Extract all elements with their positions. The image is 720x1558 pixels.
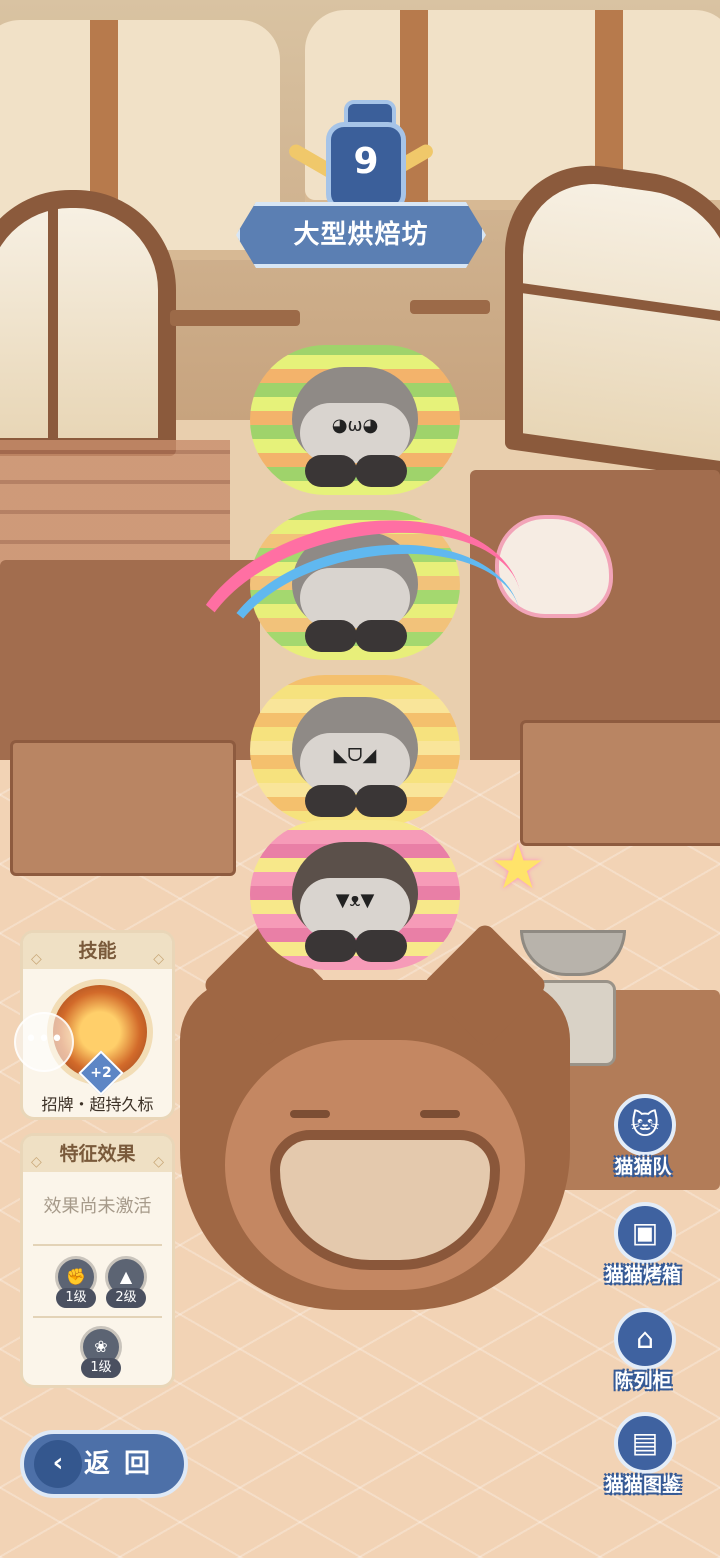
side-menu-label: 猫猫图鉴 — [604, 1474, 681, 1496]
skill-panel-header: 技能 — [23, 933, 172, 969]
trait-level: 1级 — [56, 1288, 96, 1308]
chevron-left-icon: ‹ — [34, 1440, 82, 1488]
trait-level: 2级 — [106, 1288, 146, 1308]
trait-level: 1级 — [81, 1358, 121, 1378]
cat-face: ◕ω◕ — [331, 415, 379, 436]
side-menu-label: 猫猫队 — [614, 1156, 672, 1178]
skill-name: 招牌・超持久标 — [41, 1095, 154, 1114]
trait-panel: 特征效果 效果尚未激活 ✊ 1级 ▲ 2级 ❀ 1级 — [20, 1133, 175, 1388]
window-right — [505, 152, 720, 484]
cat-face: ◣ᗜ◢ — [333, 745, 377, 766]
plant-shelf — [170, 310, 300, 326]
level-medal: 9 — [326, 122, 406, 212]
divider — [33, 1244, 162, 1246]
display-cabinet-icon: ⌂ — [614, 1308, 676, 1370]
chat-bubble-icon[interactable]: ••• — [14, 1012, 74, 1072]
cat-oven — [180, 921, 570, 1310]
drawer-cabinet-right — [520, 720, 720, 846]
stacked-cat[interactable]: ◕ω◕ — [250, 345, 460, 495]
cat-face: ▼ᴥ▼ — [335, 890, 375, 911]
level-title: 大型烘焙坊 — [293, 220, 429, 250]
level-title-banner: 大型烘焙坊 — [236, 202, 486, 268]
window-left — [0, 190, 176, 456]
side-menu-label: 陈列柜 — [614, 1370, 672, 1392]
stacked-cat[interactable]: ▼ᴥ▼ — [250, 820, 460, 970]
back-button-label: 返回 — [84, 1449, 165, 1479]
star-icon: ★ — [490, 830, 546, 903]
cat-oven-icon: ▣ — [614, 1202, 676, 1264]
cat-encyclopedia-button[interactable]: ▤ 猫猫图鉴 — [588, 1412, 698, 1512]
display-cabinet-button[interactable]: ⌂ 陈列柜 — [588, 1308, 698, 1408]
side-menu-label: 猫猫烤箱 — [604, 1264, 681, 1286]
cat-oven-button[interactable]: ▣ 猫猫烤箱 — [588, 1202, 698, 1302]
drawer-cabinet-left — [10, 740, 236, 876]
cat-team-button[interactable]: 🐱 猫猫队 — [588, 1094, 698, 1194]
cat-encyclopedia-icon: ▤ — [614, 1412, 676, 1474]
level-number: 9 — [353, 141, 379, 182]
brick-wall — [0, 440, 230, 570]
plant-shelf-right — [410, 300, 490, 314]
back-button[interactable]: ‹ 返回 — [20, 1430, 188, 1498]
divider — [33, 1316, 162, 1318]
level-badge: 9 大型烘焙坊 — [236, 100, 486, 270]
trait-status: 效果尚未激活 — [43, 1196, 152, 1217]
cat-team-icon: 🐱 — [614, 1094, 676, 1156]
trait-panel-header: 特征效果 — [23, 1136, 172, 1172]
